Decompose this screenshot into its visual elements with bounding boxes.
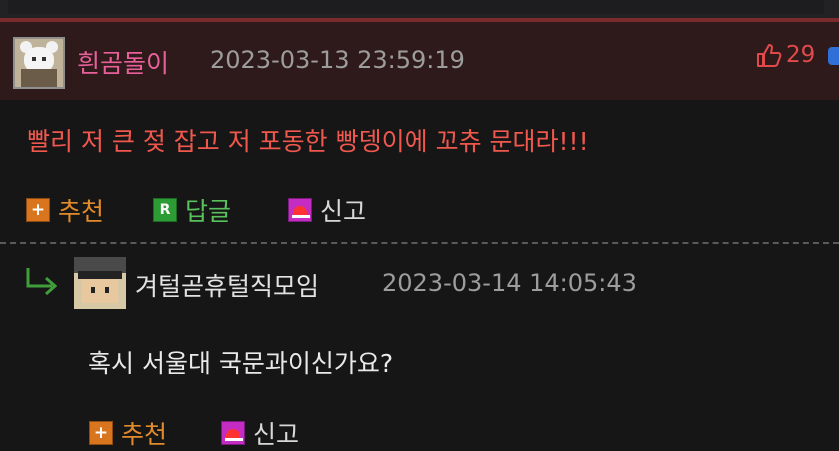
thumbs-up-icon [757,44,782,67]
report-button[interactable]: 신고 [288,192,366,228]
reply-arrow-icon [26,268,58,296]
avatar[interactable] [74,257,126,309]
comment-timestamp: 2023-03-13 23:59:19 [210,46,465,74]
recommend-label: 추천 [121,420,168,449]
avatar[interactable] [13,37,65,89]
reply-button[interactable]: R 답글 [153,192,231,228]
previous-comment-box-edge [0,0,839,22]
plus-icon: + [26,198,50,222]
report-button[interactable]: 신고 [221,415,299,451]
recommend-button[interactable]: + 추천 [89,415,167,451]
comment-body: 빨리 저 큰 젖 잡고 저 포동한 빵뎅이에 꼬츄 문대라!!! [27,127,589,156]
reply-r-icon: R [153,198,177,222]
comment-timestamp: 2023-03-14 14:05:43 [382,269,637,297]
comment-body: 혹시 서울대 국문과이신가요? [88,349,394,378]
scroll-edge-indicator [828,47,839,65]
like-count-button[interactable]: 29 [756,40,815,70]
recommend-label: 추천 [58,197,105,226]
report-label: 신고 [253,420,300,449]
comment-divider [0,242,839,244]
recommend-button[interactable]: + 추천 [26,192,104,228]
reply-label: 답글 [185,197,232,226]
previous-comment-box-inner [8,0,824,14]
siren-icon [288,198,312,222]
plus-icon: + [89,421,113,445]
comment-author-name[interactable]: 흰곰돌이 [77,44,169,80]
comment-author-name[interactable]: 겨털곧휴털직모임 [135,267,319,303]
like-count: 29 [786,42,816,68]
siren-icon [221,421,245,445]
report-label: 신고 [320,197,367,226]
